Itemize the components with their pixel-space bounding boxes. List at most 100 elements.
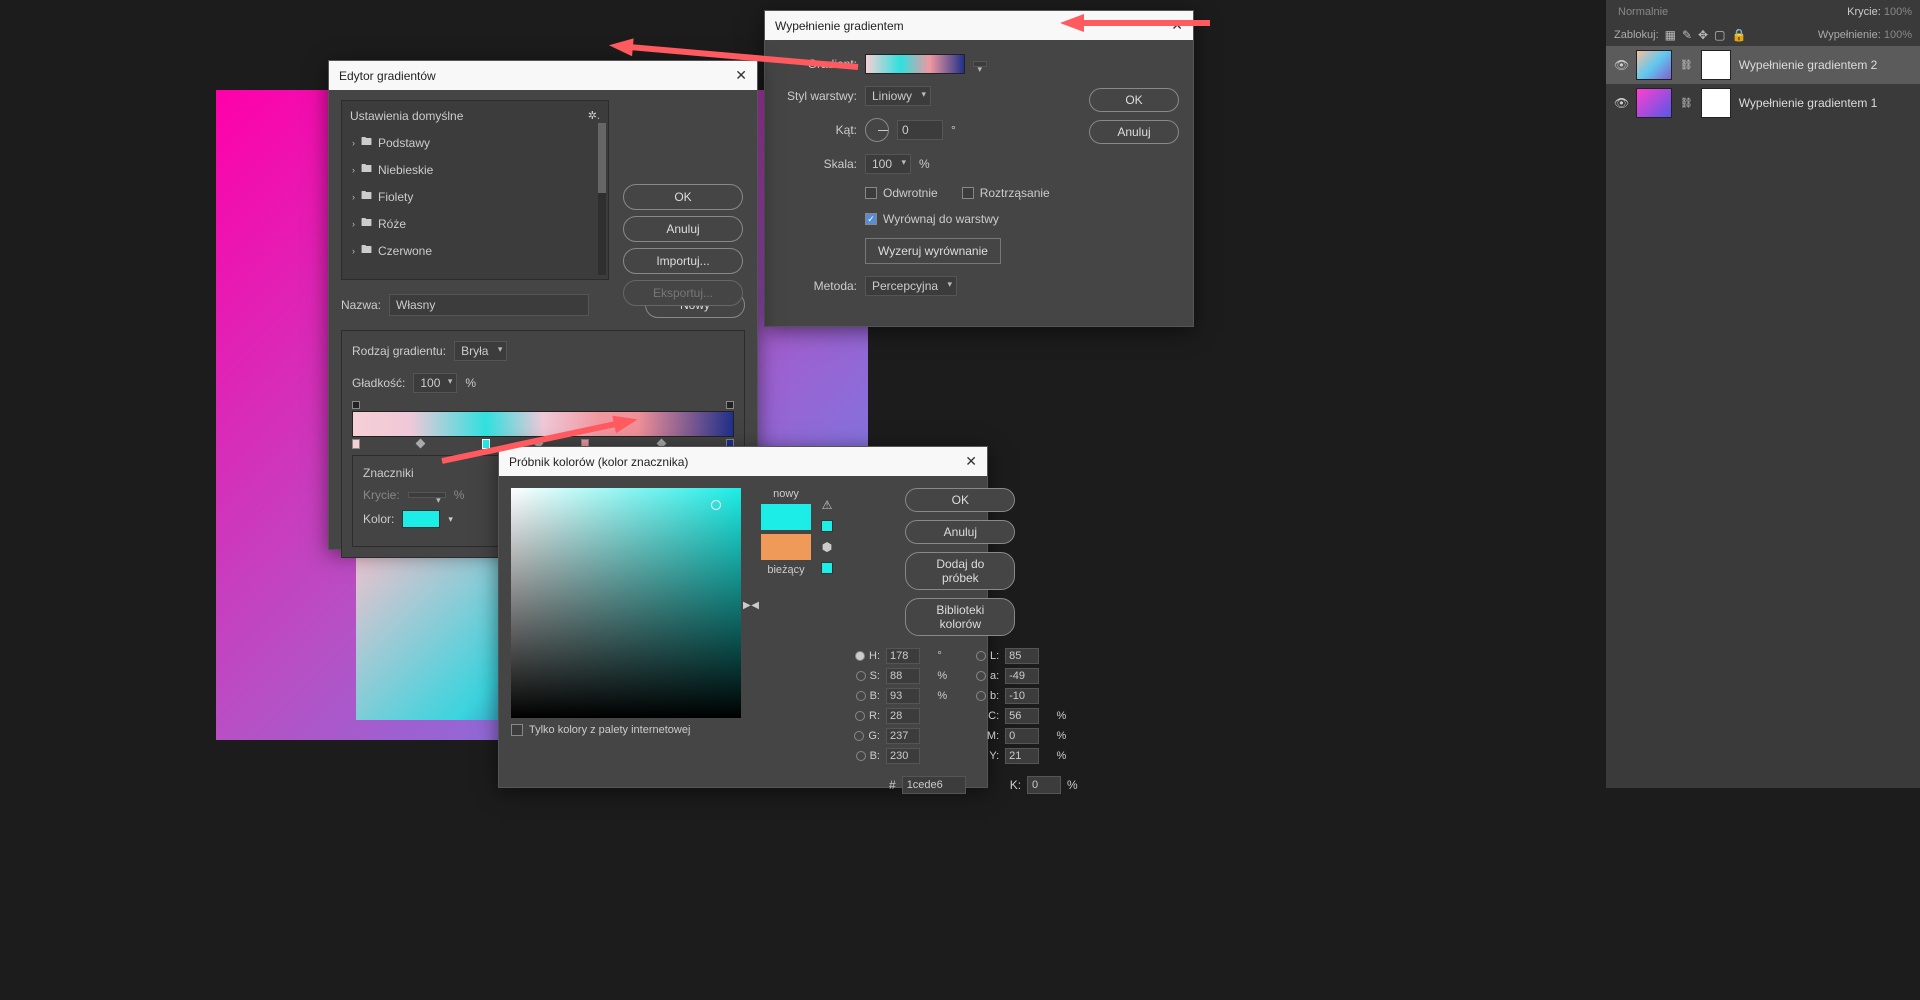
gradient-dropdown[interactable] (973, 61, 987, 67)
s-input[interactable] (886, 668, 920, 684)
name-input[interactable] (389, 294, 589, 316)
layer-thumbnail[interactable] (1636, 88, 1672, 118)
gradient-bar[interactable] (352, 411, 734, 437)
cancel-button[interactable]: Anuluj (623, 216, 743, 242)
color-stop[interactable] (352, 439, 360, 449)
type-select[interactable]: Bryła (454, 341, 507, 361)
bv-input[interactable] (886, 688, 920, 704)
ok-button[interactable]: OK (905, 488, 1015, 512)
lock-brush-icon[interactable]: ✎ (1682, 28, 1692, 42)
color-stop-selected[interactable] (482, 439, 490, 449)
b-input[interactable] (1005, 688, 1039, 704)
cube-icon[interactable]: ⬢ (822, 540, 832, 554)
g-input[interactable] (886, 728, 920, 744)
c-input[interactable] (1005, 708, 1039, 724)
saturation-value-field[interactable] (511, 488, 741, 718)
opacity-stop[interactable] (726, 401, 734, 409)
lock-position-icon[interactable]: ✥ (1698, 28, 1708, 42)
web-only-checkbox[interactable] (511, 724, 523, 736)
current-color-swatch[interactable] (761, 534, 811, 560)
r-radio[interactable]: R: (843, 710, 880, 722)
m-input[interactable] (1005, 728, 1039, 744)
method-select[interactable]: Percepcyjna (865, 276, 957, 296)
import-button[interactable]: Importuj... (623, 248, 743, 274)
bb-radio[interactable]: B: (843, 750, 880, 762)
ok-button[interactable]: OK (623, 184, 743, 210)
export-button: Eksportuj... (623, 280, 743, 306)
color-picker-titlebar[interactable]: Próbnik kolorów (kolor znacznika) ✕ (499, 447, 987, 476)
opacity-stop[interactable] (352, 401, 360, 409)
hex-input[interactable] (902, 776, 966, 794)
folder-label: Fiolety (378, 190, 413, 204)
layer-row-selected[interactable]: 👁 ⛓ Wypełnienie gradientem 2 (1606, 46, 1920, 84)
y-label: Y: (965, 750, 1000, 762)
close-icon[interactable]: ✕ (735, 67, 747, 84)
layer-name[interactable]: Wypełnienie gradientem 2 (1739, 58, 1878, 72)
bb-input[interactable] (886, 748, 920, 764)
r-input[interactable] (886, 708, 920, 724)
close-icon[interactable]: ✕ (1171, 17, 1183, 34)
close-icon[interactable]: ✕ (965, 453, 977, 470)
a-radio[interactable]: a: (965, 670, 1000, 682)
layer-row[interactable]: 👁 ⛓ Wypełnienie gradientem 1 (1606, 84, 1920, 122)
marker-color-swatch[interactable] (402, 510, 440, 528)
a-input[interactable] (1005, 668, 1039, 684)
b-radio[interactable]: b: (965, 690, 1000, 702)
visibility-icon[interactable]: 👁 (1614, 58, 1628, 72)
reset-align-button[interactable]: Wyzeruj wyrównanie (865, 238, 1001, 264)
layer-name[interactable]: Wypełnienie gradientem 1 (1739, 96, 1878, 110)
h-radio[interactable]: H: (843, 650, 880, 662)
preset-folder[interactable]: ›🖿Fiolety (350, 183, 600, 210)
lock-pixels-icon[interactable]: ▦ (1665, 28, 1676, 42)
angle-dial[interactable] (865, 118, 889, 142)
h-input[interactable] (886, 648, 920, 664)
g-radio[interactable]: G: (843, 730, 880, 742)
s-radio[interactable]: S: (843, 670, 880, 682)
preset-folder[interactable]: ›🖿Pomarańczowe (350, 264, 600, 267)
mask-thumbnail[interactable] (1701, 88, 1731, 118)
blend-mode-select[interactable]: Normalnie (1614, 4, 1672, 20)
gear-icon[interactable]: ✲. (588, 109, 600, 123)
chevron-down-icon[interactable]: ▾ (448, 514, 453, 525)
l-input[interactable] (1005, 648, 1039, 664)
y-input[interactable] (1005, 748, 1039, 764)
angle-input[interactable] (897, 120, 943, 140)
gradient-preview[interactable] (865, 54, 965, 74)
gradient-editor-titlebar[interactable]: Edytor gradientów ✕ (329, 61, 757, 90)
align-checkbox[interactable]: ✓Wyrównaj do warstwy (865, 212, 999, 226)
dither-checkbox[interactable]: Roztrząsanie (962, 186, 1050, 200)
lock-artboard-icon[interactable]: ▢ (1714, 28, 1725, 42)
layer-thumbnail[interactable] (1636, 50, 1672, 80)
preset-folder[interactable]: ›🖿Czerwone (350, 237, 600, 264)
gradient-fill-titlebar[interactable]: Wypełnienie gradientem ✕ (765, 11, 1193, 40)
preset-folder[interactable]: ›🖿Niebieskie (350, 156, 600, 183)
ok-button[interactable]: OK (1089, 88, 1179, 112)
reverse-checkbox[interactable]: Odwrotnie (865, 186, 938, 200)
mask-thumbnail[interactable] (1701, 50, 1731, 80)
k-input[interactable] (1027, 776, 1061, 794)
cancel-button[interactable]: Anuluj (905, 520, 1015, 544)
preset-folder[interactable]: ›🖿Róże (350, 210, 600, 237)
sv-cursor[interactable] (711, 500, 721, 510)
bv-radio[interactable]: B: (843, 690, 880, 702)
opacity-value[interactable]: 100% (1884, 6, 1912, 18)
gamut-swatch[interactable] (821, 520, 833, 532)
fill-value[interactable]: 100% (1884, 29, 1912, 41)
smooth-input[interactable]: 100 (413, 373, 457, 393)
layers-panel: Normalnie Krycie: 100% Zablokuj: ▦ ✎ ✥ ▢… (1606, 0, 1920, 788)
preset-folder[interactable]: ›🖿Podstawy (350, 129, 600, 156)
style-select[interactable]: Liniowy (865, 86, 931, 106)
add-swatch-button[interactable]: Dodaj do próbek (905, 552, 1015, 590)
scrollbar-thumb[interactable] (598, 123, 606, 193)
l-radio[interactable]: L: (965, 650, 1000, 662)
warning-icon[interactable]: ⚠ (822, 498, 833, 512)
color-libraries-button[interactable]: Biblioteki kolorów (905, 598, 1015, 636)
lock-all-icon[interactable]: 🔒 (1731, 28, 1746, 42)
current-label: bieżący (767, 564, 804, 576)
websafe-swatch[interactable] (821, 562, 833, 574)
visibility-icon[interactable]: 👁 (1614, 96, 1628, 110)
presets-title: Ustawienia domyślne (350, 109, 463, 123)
scale-input[interactable]: 100 (865, 154, 911, 174)
midpoint[interactable] (415, 439, 425, 449)
cancel-button[interactable]: Anuluj (1089, 120, 1179, 144)
